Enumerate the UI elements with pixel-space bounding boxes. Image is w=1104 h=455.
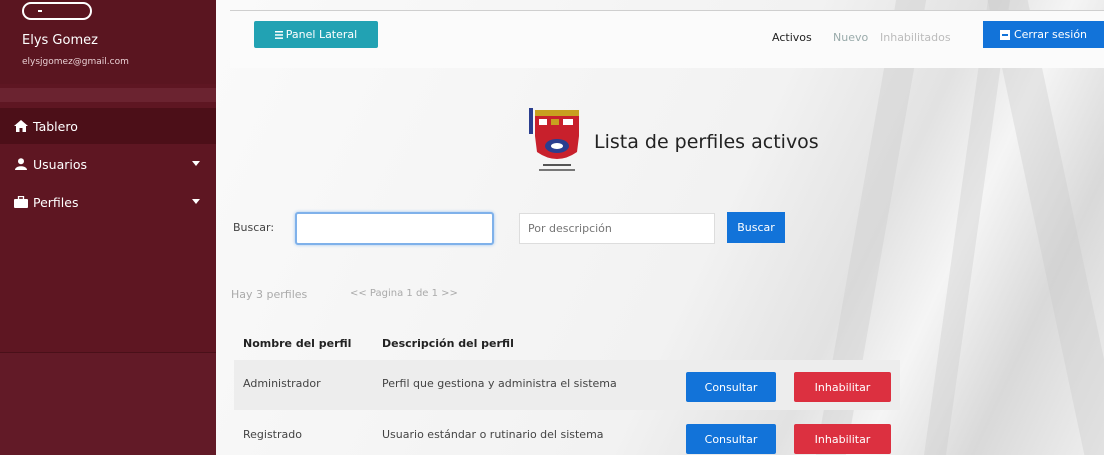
avatar[interactable]: [22, 2, 92, 20]
sidebar-item-perfiles[interactable]: Perfiles: [0, 184, 216, 220]
sidebar-item-tablero[interactable]: Tablero: [0, 108, 216, 144]
sidebar-separator: [0, 88, 216, 102]
home-icon: [13, 119, 29, 133]
chevron-down-icon: [192, 161, 200, 166]
sidebar-item-label: Usuarios: [33, 156, 88, 172]
user-email: elysjgomez@gmail.com: [22, 57, 129, 67]
description-search-input[interactable]: [519, 213, 715, 244]
panel-lateral-label: Panel Lateral: [285, 28, 358, 41]
link-activos[interactable]: Activos: [772, 31, 812, 44]
search-input[interactable]: [295, 212, 494, 245]
logout-button[interactable]: Cerrar sesión: [983, 21, 1104, 48]
logout-label: Cerrar sesión: [1013, 28, 1088, 41]
sidebar-footer: [0, 353, 216, 455]
user-icon: [13, 157, 29, 171]
main-content: Panel Lateral Activos Nuevo Inhabilitado…: [216, 0, 1104, 455]
briefcase-icon: [13, 195, 29, 209]
university-logo: [529, 108, 579, 171]
page-title: Lista de perfiles activos: [594, 131, 819, 153]
pagination[interactable]: << Pagina 1 de 1 >>: [350, 288, 458, 299]
consult-button[interactable]: Consultar: [686, 424, 776, 454]
search-label: Buscar:: [233, 221, 275, 234]
user-panel: Elys Gomez elysjgomez@gmail.com: [0, 0, 216, 84]
disable-button[interactable]: Inhabilitar: [794, 372, 891, 402]
background-decoration: [987, 0, 1104, 455]
sidebar-item-usuarios[interactable]: Usuarios: [0, 146, 216, 182]
profile-description: Perfil que gestiona y administra el sist…: [382, 377, 617, 390]
menu-icon: [274, 30, 283, 39]
table-row: Administrador Perfil que gestiona y admi…: [234, 360, 900, 410]
profile-name: Administrador: [243, 377, 321, 390]
search-button[interactable]: Buscar: [727, 212, 785, 243]
table-row: Registrado Usuario estándar o rutinario …: [234, 410, 900, 455]
column-header-name: Nombre del perfil: [243, 337, 352, 350]
panel-lateral-button[interactable]: Panel Lateral: [254, 21, 378, 48]
sidebar: Elys Gomez elysjgomez@gmail.com Tablero …: [0, 0, 216, 455]
consult-button[interactable]: Consultar: [686, 372, 776, 402]
background-decoration: [924, 0, 1010, 455]
sidebar-item-label: Perfiles: [33, 194, 79, 210]
disable-button[interactable]: Inhabilitar: [794, 424, 891, 454]
profile-count: Hay 3 perfiles: [231, 288, 308, 301]
chevron-down-icon: [192, 199, 200, 204]
sidebar-item-label: Tablero: [33, 118, 78, 134]
profile-name: Registrado: [243, 428, 302, 441]
logout-icon: [999, 29, 1010, 40]
column-header-description: Descripción del perfil: [382, 337, 514, 350]
link-inhabilitados[interactable]: Inhabilitados: [880, 31, 951, 44]
link-nuevo[interactable]: Nuevo: [833, 31, 868, 44]
user-name: Elys Gomez: [22, 33, 98, 48]
profile-description: Usuario estándar o rutinario del sistema: [382, 428, 604, 441]
